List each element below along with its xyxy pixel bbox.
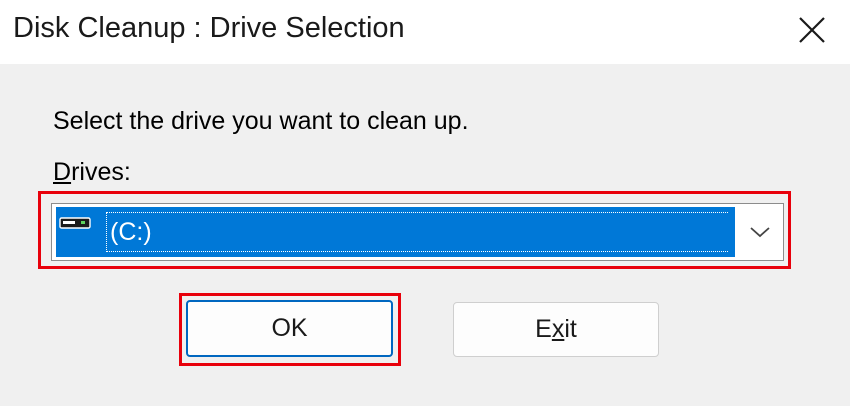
close-icon [799,17,825,43]
close-button[interactable] [788,6,836,54]
selected-drive-label: (C:) [106,212,728,252]
drives-label-accelerator: D [53,158,72,186]
ok-button[interactable]: OK [186,300,393,357]
instruction-text: Select the drive you want to clean up. [53,107,469,135]
chevron-down-icon [750,227,770,238]
dropdown-arrow[interactable] [740,207,780,257]
drive-select[interactable]: (C:) [51,203,784,261]
exit-button-label: Exit [535,315,577,343]
title-bar: Disk Cleanup : Drive Selection [0,0,850,64]
exit-accelerator: x [551,315,565,343]
exit-button[interactable]: Exit [453,302,659,357]
drives-label: Drives: [53,158,131,187]
selected-drive-item[interactable]: (C:) [56,207,735,257]
drives-label-text: rives: [71,158,131,186]
drive-icon [59,217,91,229]
window-title: Disk Cleanup : Drive Selection [13,12,405,44]
ok-button-label: OK [271,314,308,342]
